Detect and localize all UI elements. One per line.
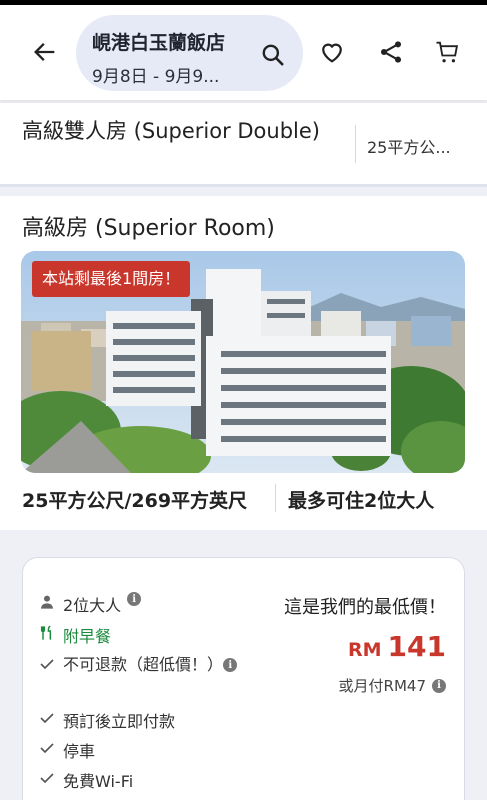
share-icon[interactable] bbox=[374, 35, 408, 69]
search-summary-pill[interactable]: 峴港白玉蘭飯店 9月8日 - 9月9... bbox=[76, 15, 303, 91]
info-icon[interactable]: i bbox=[432, 678, 446, 693]
stay-dates: 9月8日 - 9月9... bbox=[92, 67, 220, 87]
refund-label: 不可退款（超低價！） bbox=[63, 655, 224, 674]
hotel-name: 峴港白玉蘭飯店 bbox=[92, 32, 226, 54]
room-occupancy: 最多可住2位大人 bbox=[288, 490, 435, 512]
feature-wifi: 免費Wi-Fi bbox=[37, 768, 133, 792]
pay-now-label: 預訂後立即付款 bbox=[63, 712, 176, 731]
check-icon bbox=[37, 738, 57, 758]
price-currency: RM bbox=[348, 639, 382, 661]
monthly-payment: 或月付RM47 i bbox=[339, 675, 446, 696]
cart-icon[interactable] bbox=[430, 35, 464, 69]
room-type-name: 高級雙人房 (Superior Double) bbox=[22, 119, 320, 143]
price-amount: 141 bbox=[387, 630, 446, 663]
feature-parking: 停車 bbox=[37, 738, 95, 762]
person-icon bbox=[37, 592, 57, 612]
feature-pay-now: 預訂後立即付款 bbox=[37, 708, 175, 732]
lowest-price-note: 這是我們的最低價！ bbox=[284, 597, 446, 618]
back-arrow-icon[interactable] bbox=[28, 35, 62, 69]
room-section: 高級房 (Superior Room) 本站剩最後1間房！ 25平方公尺/269… bbox=[0, 196, 487, 530]
price: RM 141 bbox=[348, 630, 446, 663]
feature-breakfast: 附早餐 bbox=[37, 623, 111, 647]
divider bbox=[275, 484, 276, 512]
top-header: 峴港白玉蘭飯店 9月8日 - 9月9... bbox=[0, 5, 487, 100]
wifi-label: 免費Wi-Fi bbox=[63, 772, 134, 791]
room-type-tab[interactable]: 高級雙人房 (Superior Double) 25平方公... bbox=[0, 103, 487, 187]
info-icon[interactable]: i bbox=[223, 658, 237, 672]
last-room-badge: 本站剩最後1間房！ bbox=[32, 261, 191, 297]
feature-refund: 不可退款（超低價！） i bbox=[37, 654, 237, 676]
breakfast-label: 附早餐 bbox=[63, 627, 112, 646]
parking-label: 停車 bbox=[63, 742, 96, 761]
room-photo[interactable]: 本站剩最後1間房！ bbox=[21, 251, 465, 473]
feature-guests: 2位大人 i bbox=[37, 592, 142, 616]
monthly-payment-label: 或月付RM47 bbox=[338, 677, 426, 695]
info-icon[interactable]: i bbox=[127, 592, 142, 606]
divider bbox=[355, 125, 356, 163]
check-icon bbox=[37, 654, 57, 674]
guests-label: 2位大人 bbox=[63, 596, 122, 615]
heart-icon[interactable] bbox=[315, 35, 349, 69]
search-icon[interactable] bbox=[258, 40, 288, 70]
room-type-size: 25平方公... bbox=[367, 138, 451, 157]
fork-knife-icon bbox=[37, 623, 57, 643]
room-title: 高級房 (Superior Room) bbox=[22, 216, 275, 241]
check-icon bbox=[37, 768, 57, 788]
room-size: 25平方公尺/269平方英尺 bbox=[22, 490, 248, 512]
offer-card[interactable]: 2位大人 i 附早餐 不可退款（超低價！） i 預訂後立即付款 停車 免費Wi-… bbox=[22, 557, 465, 800]
check-icon bbox=[37, 708, 57, 728]
